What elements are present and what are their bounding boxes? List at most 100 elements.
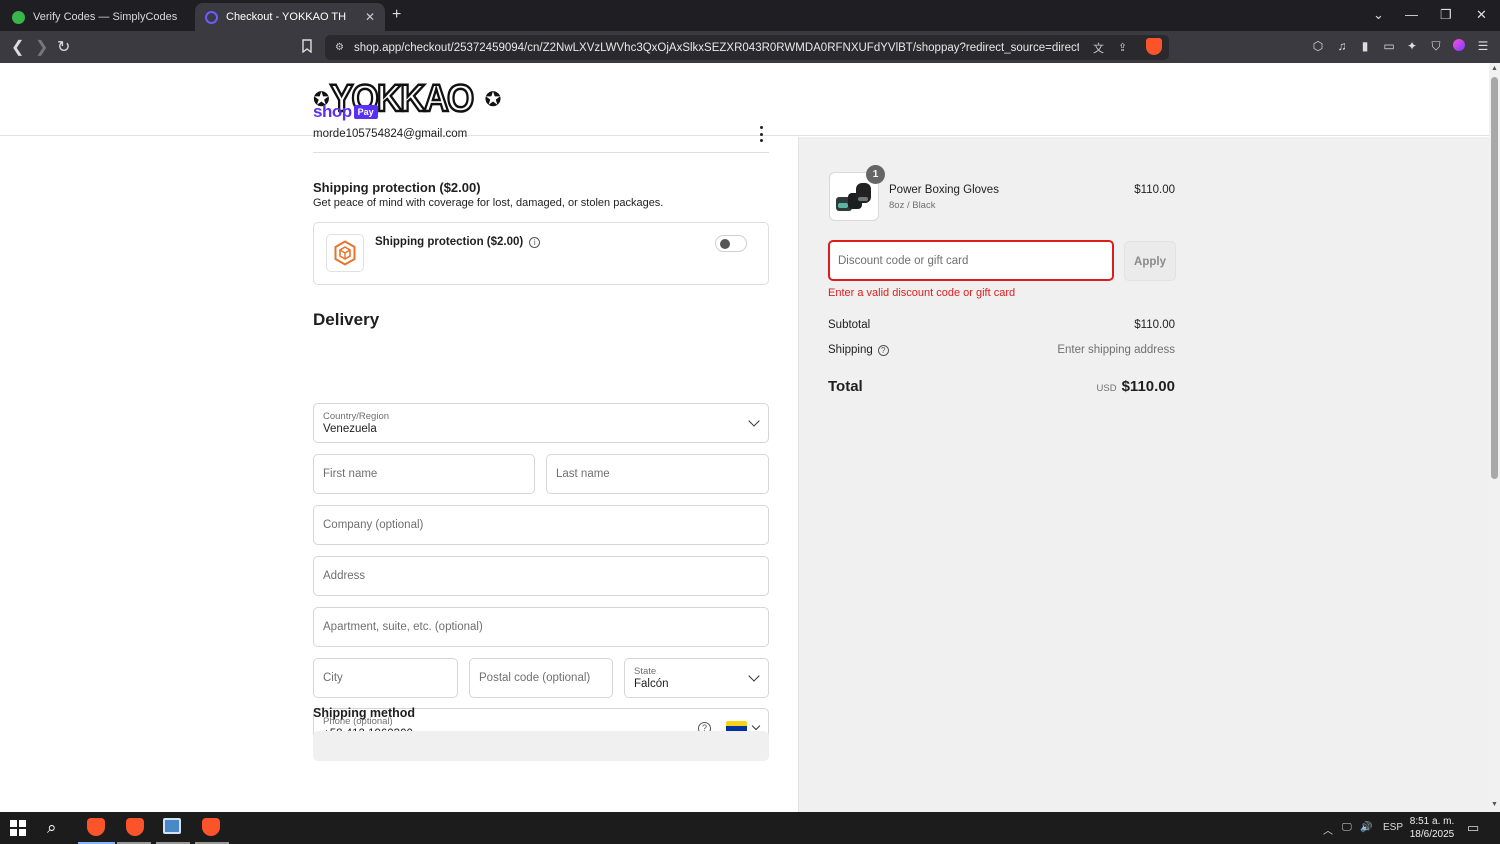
quantity-badge: 1 bbox=[866, 165, 885, 184]
browser-toolbar: ❮ ❯ ↻ ⚙ shop.app/checkout/25372459094/cn… bbox=[0, 31, 1500, 63]
reload-icon[interactable]: ↻ bbox=[57, 37, 70, 57]
shop-pay-shop-text: shop bbox=[313, 102, 352, 121]
tab-search-icon[interactable]: ⌄ bbox=[1373, 7, 1384, 23]
total-value: USD $110.00 bbox=[1000, 378, 1175, 395]
show-hidden-icons-icon[interactable]: ︿ bbox=[1323, 822, 1333, 837]
simplycodes-icon bbox=[12, 10, 25, 24]
clock-date: 18/6/2025 bbox=[1409, 829, 1455, 840]
site-info-icon[interactable]: ⚙ bbox=[335, 42, 344, 53]
city-field[interactable]: City bbox=[313, 658, 458, 698]
divider bbox=[313, 152, 769, 153]
shipping-label-text: Shipping bbox=[828, 344, 873, 356]
tab-title: Checkout - YOKKAO TH bbox=[226, 11, 347, 23]
country-select[interactable]: Country/Region Venezuela bbox=[313, 403, 769, 443]
brave-browser-icon[interactable] bbox=[202, 818, 222, 838]
leo-ai-icon[interactable]: ✦ bbox=[1405, 39, 1419, 53]
total-amount: $110.00 bbox=[1121, 378, 1175, 395]
shipping-label: Shipping ? bbox=[828, 344, 889, 356]
account-email: morde105754824@gmail.com bbox=[313, 128, 468, 140]
scroll-down-icon[interactable]: ▼ bbox=[1491, 801, 1498, 808]
store-header: ✪ YOKKAO ✪ bbox=[0, 63, 1489, 136]
delivery-heading: Delivery bbox=[313, 310, 380, 329]
scroll-up-icon[interactable]: ▲ bbox=[1491, 65, 1498, 72]
address-field[interactable]: Address bbox=[313, 556, 769, 596]
network-icon[interactable]: 🖵 bbox=[1342, 822, 1352, 833]
subtotal-label: Subtotal bbox=[828, 319, 871, 331]
first-name-placeholder: First name bbox=[323, 468, 378, 480]
brave-browser-icon[interactable] bbox=[87, 818, 107, 838]
close-tab-icon[interactable]: ✕ bbox=[365, 10, 375, 24]
url-text: shop.app/checkout/25372459094/cn/Z2NwLXV… bbox=[353, 41, 1079, 54]
shipping-method-notice bbox=[313, 731, 769, 761]
product-variant: 8oz / Black bbox=[889, 200, 936, 211]
media-icon[interactable]: ♫ bbox=[1335, 39, 1349, 53]
info-icon[interactable]: i bbox=[529, 236, 541, 248]
country-value: Venezuela bbox=[323, 423, 377, 435]
shop-icon bbox=[205, 10, 218, 24]
sidebar-icon[interactable]: ▮ bbox=[1358, 39, 1372, 53]
shipping-protection-toggle[interactable] bbox=[715, 235, 747, 252]
scrollbar-thumb[interactable] bbox=[1491, 77, 1498, 479]
control-panel-icon[interactable] bbox=[163, 818, 183, 838]
brave-shields-icon[interactable] bbox=[1146, 38, 1162, 55]
tab-simplycodes[interactable]: Verify Codes — SimplyCodes bbox=[2, 3, 192, 31]
bookmark-icon[interactable] bbox=[300, 39, 314, 54]
shipping-value: Enter shipping address bbox=[1057, 344, 1175, 356]
state-label: State bbox=[634, 666, 657, 677]
shipping-protection-label: Shipping protection ($2.00) i bbox=[375, 236, 541, 248]
postal-code-field[interactable]: Postal code (optional) bbox=[469, 658, 613, 698]
system-clock[interactable]: 8:51 a. m. 18/6/2025 bbox=[1404, 815, 1460, 841]
shipping-protection-label-text: Shipping protection ($2.00) bbox=[375, 236, 524, 248]
tab-title: Verify Codes — SimplyCodes bbox=[33, 11, 178, 23]
product-price: $110.00 bbox=[1134, 184, 1175, 196]
logo-star-icon: ✪ bbox=[484, 88, 502, 111]
apply-discount-button[interactable]: Apply bbox=[1124, 241, 1176, 281]
minimize-icon[interactable]: — bbox=[1405, 7, 1418, 22]
more-options-icon[interactable] bbox=[756, 126, 766, 142]
last-name-placeholder: Last name bbox=[556, 468, 610, 480]
volume-icon[interactable]: 🔊 bbox=[1360, 822, 1372, 833]
chevron-down-icon[interactable] bbox=[751, 721, 761, 731]
close-window-icon[interactable]: ✕ bbox=[1476, 7, 1487, 23]
back-icon[interactable]: ❮ bbox=[11, 37, 24, 57]
brave-browser-icon[interactable] bbox=[126, 818, 146, 838]
state-select[interactable]: State Falcón bbox=[624, 658, 769, 698]
extensions-icon[interactable]: ⬡ bbox=[1311, 39, 1325, 53]
new-tab-icon[interactable]: + bbox=[392, 6, 401, 24]
chevron-down-icon bbox=[748, 670, 760, 682]
company-field[interactable]: Company (optional) bbox=[313, 505, 769, 545]
vpn-icon[interactable]: ⛉ bbox=[1429, 39, 1443, 53]
toggle-knob bbox=[720, 239, 730, 249]
page-scrollbar[interactable]: ▲ ▼ bbox=[1489, 63, 1500, 812]
country-label: Country/Region bbox=[323, 411, 390, 422]
clock-time: 8:51 a. m. bbox=[1409, 816, 1455, 827]
help-icon[interactable]: ? bbox=[877, 344, 889, 356]
address-bar[interactable]: ⚙ shop.app/checkout/25372459094/cn/Z2NwL… bbox=[325, 35, 1169, 60]
chevron-down-icon bbox=[748, 415, 760, 427]
translate-icon[interactable]: 文 bbox=[1093, 40, 1104, 56]
shipping-protection-description: Get peace of mind with coverage for lost… bbox=[313, 197, 664, 209]
discount-code-input[interactable]: Discount code or gift card bbox=[828, 240, 1114, 281]
total-label: Total bbox=[828, 378, 863, 395]
wallet-icon[interactable]: ▭ bbox=[1382, 39, 1396, 53]
first-name-field[interactable]: First name bbox=[313, 454, 535, 494]
menu-icon[interactable]: ☰ bbox=[1476, 39, 1490, 53]
apartment-placeholder: Apartment, suite, etc. (optional) bbox=[323, 621, 483, 633]
postal-code-placeholder: Postal code (optional) bbox=[479, 672, 591, 684]
search-icon[interactable]: ⌕ bbox=[47, 818, 67, 838]
tab-checkout[interactable]: Checkout - YOKKAO TH ✕ bbox=[195, 3, 385, 31]
currency-code: USD bbox=[1096, 383, 1117, 394]
profile-icon[interactable] bbox=[1452, 39, 1466, 53]
shop-pay-badge: Pay bbox=[353, 105, 378, 119]
last-name-field[interactable]: Last name bbox=[546, 454, 769, 494]
product-name: Power Boxing Gloves bbox=[889, 184, 999, 196]
notifications-icon[interactable]: ▭ bbox=[1467, 820, 1479, 836]
forward-icon[interactable]: ❯ bbox=[35, 37, 48, 57]
state-value: Falcón bbox=[634, 678, 669, 690]
share-icon[interactable]: ⇪ bbox=[1118, 41, 1127, 54]
restore-icon[interactable]: ❐ bbox=[1440, 7, 1452, 23]
apartment-field[interactable]: Apartment, suite, etc. (optional) bbox=[313, 607, 769, 647]
language-indicator[interactable]: ESP bbox=[1383, 822, 1403, 833]
windows-start-icon[interactable] bbox=[10, 818, 30, 838]
windows-taskbar: ⌕ ︿ 🖵 🔊 ESP 8:51 a. m. 18/6/2025 ▭ bbox=[0, 812, 1500, 844]
